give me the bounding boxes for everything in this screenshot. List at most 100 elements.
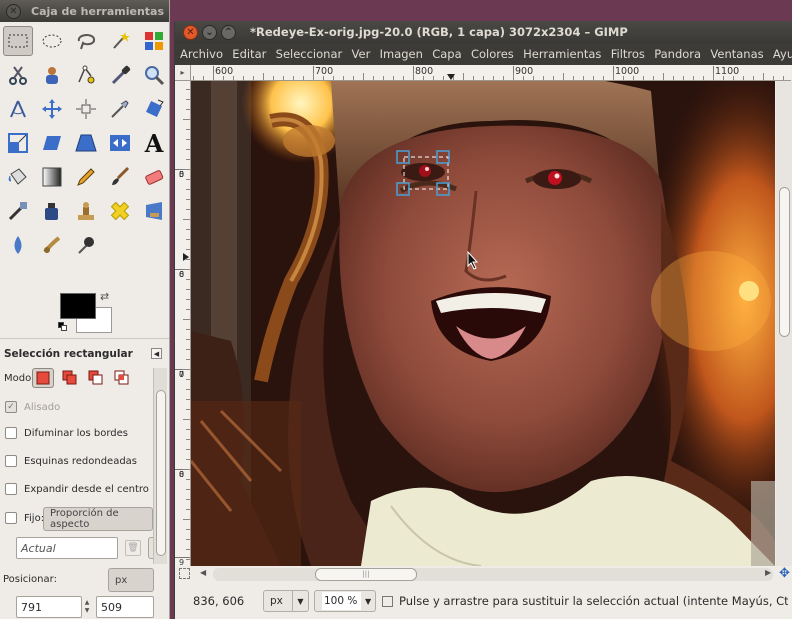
pencil-icon[interactable]: [69, 160, 103, 194]
flip-icon[interactable]: [103, 126, 137, 160]
image-canvas[interactable]: [191, 81, 775, 566]
ruler-minor-tick: [186, 179, 190, 180]
zoom-combo[interactable]: 100 % ▼: [314, 590, 376, 612]
blend-icon[interactable]: [35, 160, 69, 194]
menu-ventanas[interactable]: Ventanas: [710, 47, 763, 61]
mode-add-button[interactable]: [59, 368, 81, 388]
toolbox-close-button[interactable]: ✕: [6, 3, 21, 19]
trash-icon[interactable]: 🗑: [125, 540, 141, 556]
airbrush-icon[interactable]: [1, 194, 35, 228]
select-by-color-icon[interactable]: [137, 24, 169, 58]
crop-icon[interactable]: [103, 92, 137, 126]
menu-herramientas[interactable]: Herramientas: [523, 47, 601, 61]
fixed-mode-combo[interactable]: Proporción de aspecto: [43, 507, 153, 531]
tool-options-menu-icon[interactable]: ◀: [151, 348, 162, 359]
expand-from-center-option[interactable]: Expandir desde el centro: [5, 483, 149, 495]
zoom-dropdown-icon[interactable]: ▼: [361, 597, 375, 606]
blur-icon[interactable]: [1, 228, 35, 262]
mode-intersect-button[interactable]: [111, 368, 133, 388]
move-icon[interactable]: [35, 92, 69, 126]
horizontal-scrollbar[interactable]: |||: [213, 568, 773, 581]
menu-capa[interactable]: Capa: [432, 47, 461, 61]
rotate-icon[interactable]: [137, 92, 169, 126]
position-x-spin[interactable]: ▲ ▼: [82, 596, 92, 618]
vertical-scrollbar[interactable]: [776, 81, 792, 566]
horizontal-ruler[interactable]: 600 700 800 900 1000 1100: [191, 65, 791, 81]
paintbrush-icon[interactable]: [103, 160, 137, 194]
aspect-current-entry[interactable]: Actual: [16, 537, 118, 559]
scroll-right-arrow-icon[interactable]: ▶: [765, 568, 771, 577]
menu-seleccionar[interactable]: Seleccionar: [276, 47, 343, 61]
window-maximize-button[interactable]: ⌃: [221, 24, 236, 40]
foreground-select-icon[interactable]: [35, 58, 69, 92]
expand-from-center-checkbox[interactable]: [5, 483, 17, 495]
scroll-left-arrow-icon[interactable]: ◀: [200, 568, 206, 577]
perspective-icon[interactable]: [69, 126, 103, 160]
foreground-color-swatch[interactable]: [60, 293, 96, 319]
zoom-icon[interactable]: [137, 58, 169, 92]
ruler-minor-tick: [683, 76, 684, 80]
menu-archivo[interactable]: Archivo: [180, 47, 223, 61]
position-y-entry[interactable]: 509: [96, 596, 154, 618]
heal-icon[interactable]: [103, 194, 137, 228]
unit-combo[interactable]: px ▼: [263, 590, 309, 612]
navigate-icon[interactable]: [179, 568, 190, 579]
unit-dropdown-icon[interactable]: ▼: [292, 591, 308, 611]
paths-icon[interactable]: [69, 58, 103, 92]
image-window: ✕ ⌄ ⌃ *Redeye-Ex-orig.jpg-20.0 (RGB, 1 c…: [174, 21, 792, 619]
position-x-entry[interactable]: 791: [16, 596, 82, 618]
ruler-minor-tick: [733, 76, 734, 80]
tool-options-scroll-thumb[interactable]: [156, 390, 166, 556]
dodge-burn-icon[interactable]: [69, 228, 103, 262]
vertical-ruler[interactable]: 500 600 700 800 9: [175, 81, 191, 566]
mode-subtract-button[interactable]: [85, 368, 107, 388]
antialias-checkbox[interactable]: ✓: [5, 401, 17, 413]
rect-select-tool[interactable]: [1, 24, 35, 58]
clone-icon[interactable]: [69, 194, 103, 228]
perspective-clone-icon[interactable]: [137, 194, 169, 228]
fixed-option[interactable]: Fijo:: [5, 512, 44, 524]
lasso-icon[interactable]: [69, 24, 103, 58]
swap-colors-icon[interactable]: ⇄: [100, 290, 109, 303]
window-minimize-button[interactable]: ⌄: [202, 24, 217, 40]
ruler-minor-tick: [493, 76, 494, 80]
fixed-checkbox[interactable]: [5, 512, 17, 524]
antialias-option[interactable]: ✓ Alisado: [5, 401, 60, 413]
ellipse-select-tool[interactable]: [35, 24, 69, 58]
eraser-icon[interactable]: [137, 160, 169, 194]
position-unit-combo[interactable]: px: [108, 568, 154, 592]
smudge-icon[interactable]: [35, 228, 69, 262]
menu-ayuda[interactable]: Ayuda: [773, 47, 792, 61]
measure-icon[interactable]: [1, 92, 35, 126]
mode-replace-button[interactable]: [32, 368, 54, 388]
color-area[interactable]: ⇄: [58, 290, 118, 336]
tool-options-scrollbar[interactable]: [153, 368, 167, 564]
shear-icon[interactable]: [35, 126, 69, 160]
menu-ver[interactable]: Ver: [352, 47, 371, 61]
color-picker-icon[interactable]: [103, 58, 137, 92]
menu-pandora[interactable]: Pandora: [654, 47, 701, 61]
ink-icon[interactable]: [35, 194, 69, 228]
feather-option[interactable]: Difuminar los bordes: [5, 427, 128, 439]
zoom-value[interactable]: 100 %: [322, 592, 362, 610]
menu-filtros[interactable]: Filtros: [611, 47, 645, 61]
vertical-scroll-thumb[interactable]: [779, 187, 790, 337]
horizontal-scroll-thumb[interactable]: |||: [315, 568, 417, 581]
scale-icon[interactable]: [1, 126, 35, 160]
rounded-corners-option[interactable]: Esquinas redondeadas: [5, 455, 137, 467]
magic-wand-icon[interactable]: [103, 24, 137, 58]
menu-colores[interactable]: Colores: [471, 47, 514, 61]
text-icon[interactable]: A: [137, 126, 169, 160]
default-colors-icon[interactable]: [58, 322, 68, 332]
ruler-minor-tick: [186, 309, 190, 310]
navigation-move-icon[interactable]: ✥: [779, 566, 790, 581]
bucket-fill-icon[interactable]: [1, 160, 35, 194]
menu-editar[interactable]: Editar: [232, 47, 266, 61]
quick-mask-corner-button[interactable]: ▸: [175, 65, 191, 81]
scissors-icon[interactable]: [1, 58, 35, 92]
menu-imagen[interactable]: Imagen: [380, 47, 423, 61]
window-close-button[interactable]: ✕: [183, 24, 198, 40]
align-icon[interactable]: [69, 92, 103, 126]
rounded-corners-checkbox[interactable]: [5, 455, 17, 467]
feather-checkbox[interactable]: [5, 427, 17, 439]
